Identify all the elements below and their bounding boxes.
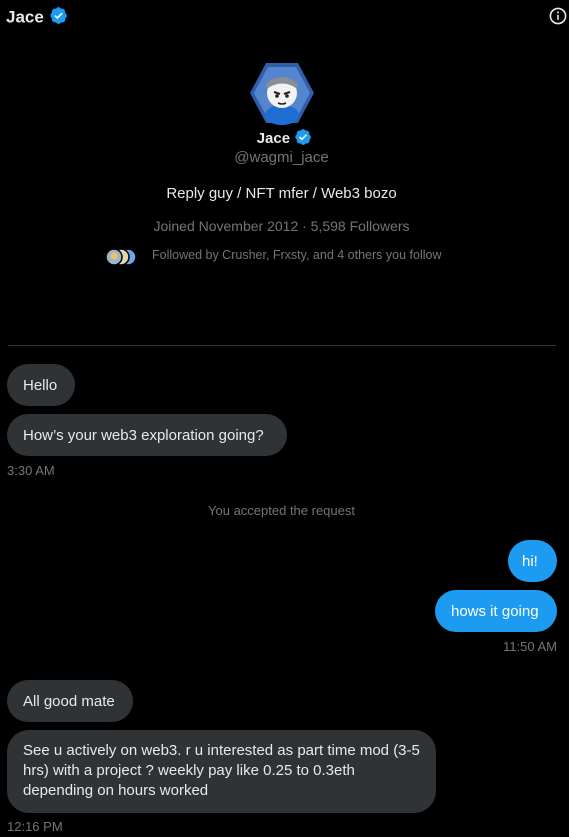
message-received[interactable]: All good mate bbox=[7, 680, 133, 722]
info-icon[interactable] bbox=[549, 7, 567, 25]
message-text: hi! bbox=[522, 553, 538, 570]
profile-name[interactable]: Jace bbox=[0, 128, 569, 150]
profile-handle: @wagmi_jace bbox=[234, 149, 329, 166]
followed-by-text[interactable]: Followed by Crusher, Frxsty, and 4 other… bbox=[152, 248, 441, 262]
message-text: hows it going bbox=[451, 603, 539, 620]
profile-name-text: Jace bbox=[256, 129, 291, 147]
divider bbox=[8, 345, 556, 346]
message-timestamp: 11:50 AM bbox=[503, 639, 557, 654]
followed-by-avatars bbox=[104, 247, 140, 267]
verified-badge-icon bbox=[294, 128, 312, 150]
message-received[interactable]: Hello bbox=[7, 364, 75, 406]
conversation-header: Jace bbox=[6, 6, 68, 30]
message-text: All good mate bbox=[23, 693, 115, 710]
message-received[interactable]: See u actively on web3. r u interested a… bbox=[7, 730, 436, 813]
header-name: Jace bbox=[6, 7, 44, 27]
message-sent[interactable]: hows it going bbox=[435, 590, 557, 632]
message-received[interactable]: How’s your web3 exploration going? bbox=[7, 414, 287, 456]
message-timestamp: 12:16 PM bbox=[7, 819, 63, 834]
message-text: Hello bbox=[23, 377, 58, 394]
system-message: You accepted the request bbox=[208, 503, 355, 518]
avatar[interactable] bbox=[250, 61, 314, 125]
verified-badge-icon bbox=[49, 6, 68, 30]
message-text: How’s your web3 exploration going? bbox=[23, 427, 264, 444]
message-sent[interactable]: hi! bbox=[508, 540, 557, 582]
profile-joined: Joined November 2012 · 5,598 Followers bbox=[153, 218, 410, 234]
profile-bio: Reply guy / NFT mfer / Web3 bozo bbox=[166, 185, 397, 202]
message-timestamp: 3:30 AM bbox=[7, 463, 55, 478]
message-text: See u actively on web3. r u interested a… bbox=[23, 742, 420, 799]
